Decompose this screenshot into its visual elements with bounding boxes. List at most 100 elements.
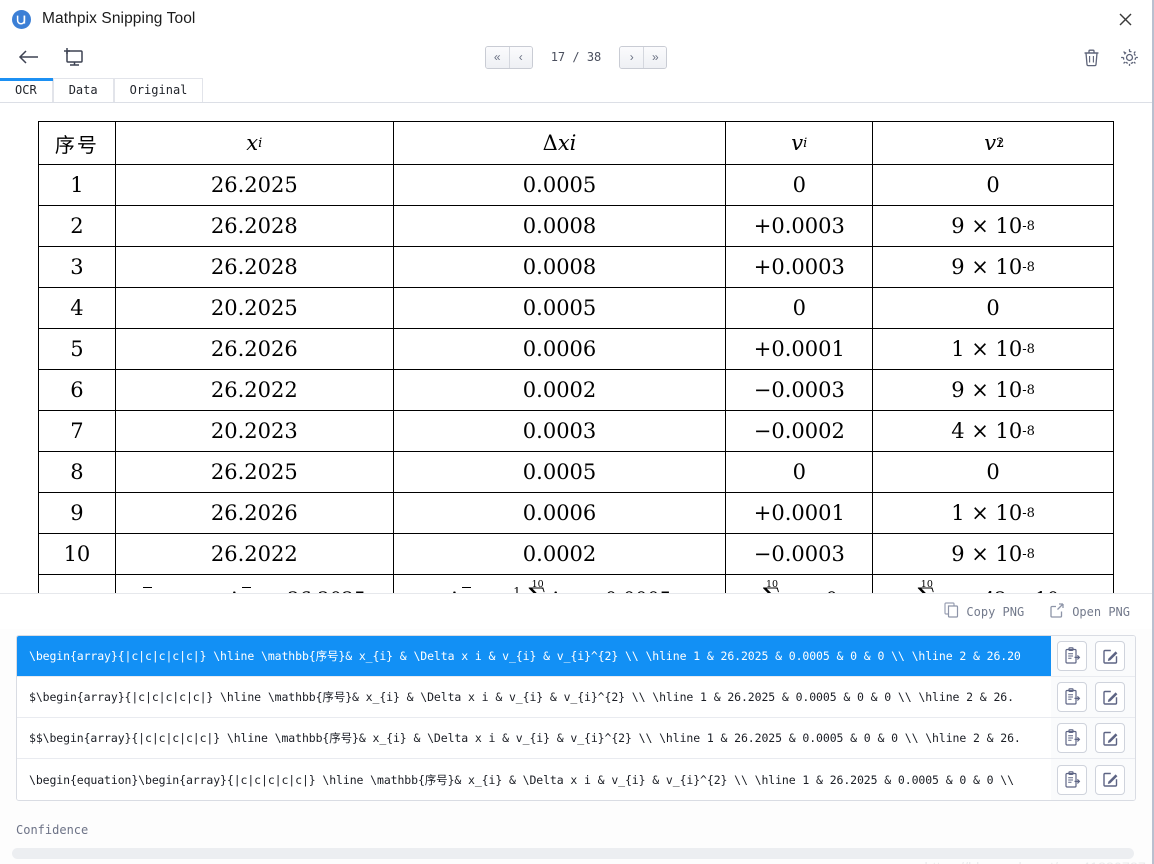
last-page-button[interactable]: » <box>643 46 667 68</box>
copy-to-clipboard-icon[interactable] <box>1057 723 1087 753</box>
cell-vi2: 9 × 10 -8 <box>951 255 1035 279</box>
app-title: Mathpix Snipping Tool <box>42 10 196 27</box>
prev-page-button[interactable]: ‹ <box>508 46 532 68</box>
latex-output-list: \begin{array}{|c|c|c|c|c|} \hline \mathb… <box>16 635 1136 801</box>
cell-index: 4 <box>70 296 84 320</box>
pager-prev-group: « ‹ <box>484 45 533 69</box>
copy-to-clipboard-icon[interactable] <box>1057 682 1087 712</box>
tab-ocr[interactable]: OCR <box>0 78 53 102</box>
tab-data[interactable]: Data <box>52 78 114 102</box>
cell-vi2: 9 × 10 -8 <box>951 214 1035 238</box>
header-vi-squared: v2i <box>872 121 1114 165</box>
cell-dxi: 0.0006 <box>522 501 597 525</box>
cell-dxi: 0.0002 <box>522 542 597 566</box>
cell-vi2: 1 × 10 -8 <box>951 501 1035 525</box>
cell-index: 3 <box>70 255 84 279</box>
latex-row-actions <box>1051 759 1135 800</box>
edit-icon[interactable] <box>1095 764 1125 795</box>
next-page-button[interactable]: › <box>620 46 644 68</box>
cell-xi: 26.2025 <box>210 460 298 484</box>
table-header-row: 序号 xi Δxi vi v2i <box>38 121 1114 165</box>
latex-row-plain-array[interactable]: \begin{array}{|c|c|c|c|c|} \hline \mathb… <box>17 636 1135 677</box>
edit-icon[interactable] <box>1095 723 1125 753</box>
copy-to-clipboard-icon[interactable] <box>1057 641 1087 671</box>
cell-vi2: 9 × 10 -8 <box>951 378 1035 402</box>
open-png-button[interactable]: Open PNG <box>1050 602 1130 621</box>
copy-png-label: Copy PNG <box>966 604 1025 619</box>
latex-text[interactable]: $$\begin{array}{|c|c|c|c|c|} \hline \mat… <box>17 718 1051 758</box>
table-row: 1 26.2025 0.0005 0 0 <box>38 164 1114 206</box>
summary-sum-vi2-formula: 10∑i=1v2i = 42 × 10-8 <box>918 578 1071 593</box>
cell-index: 9 <box>70 501 84 525</box>
cell-index: 10 <box>63 542 91 566</box>
close-icon[interactable] <box>1112 6 1138 32</box>
summary-sum-vi-formula: 10∑i=1vi = 0 <box>763 578 838 593</box>
cell-vi: 0 <box>792 460 806 484</box>
table-row: 4 20.2025 0.0005 0 0 <box>38 287 1114 329</box>
ocr-result-pane: 序号 xi Δxi vi v2i 1 26.2025 0.0005 0 0 2 … <box>0 103 1152 593</box>
trash-icon[interactable] <box>1080 46 1102 68</box>
cell-index: 7 <box>70 419 84 443</box>
ocr-rendered-table: 序号 xi Δxi vi v2i 1 26.2025 0.0005 0 0 2 … <box>38 121 1114 593</box>
table-row: 9 26.2026 0.0006 +0.0001 1 × 10 -8 <box>38 492 1114 534</box>
cell-index: 5 <box>70 337 84 361</box>
cell-vi2: 4 × 10 -8 <box>951 419 1035 443</box>
cell-dxi: 0.0005 <box>522 173 597 197</box>
latex-row-inline-dollar[interactable]: $\begin{array}{|c|c|c|c|c|} \hline \math… <box>17 677 1135 718</box>
cell-xi: 26.2026 <box>210 501 298 525</box>
cell-dxi: 0.0008 <box>522 214 597 238</box>
title-bar: Mathpix Snipping Tool <box>0 0 1152 38</box>
header-xi: xi <box>114 121 394 165</box>
gear-icon[interactable] <box>1118 46 1140 68</box>
confidence-label: Confidence <box>16 823 89 837</box>
new-snip-icon[interactable] <box>58 44 88 70</box>
summary-dxbar-formula: Δx0 = 11010∑i=1Δxi = 0.0005 <box>394 575 726 593</box>
table-row: 3 26.2028 0.0008 +0.0003 9 × 10 -8 <box>38 246 1114 288</box>
cell-dxi: 0.0002 <box>522 378 597 402</box>
edit-icon[interactable] <box>1095 682 1125 712</box>
cell-index: 8 <box>70 460 84 484</box>
header-vi: vi <box>725 121 874 165</box>
cell-xi: 20.2023 <box>210 419 298 443</box>
confidence-bar <box>12 848 1134 859</box>
latex-text[interactable]: \begin{equation}\begin{array}{|c|c|c|c|c… <box>17 759 1051 800</box>
cell-vi2: 0 <box>986 460 1000 484</box>
table-row: 10 26.2022 0.0002 −0.0003 9 × 10 -8 <box>38 533 1114 575</box>
first-page-button[interactable]: « <box>485 46 509 68</box>
cell-dxi: 0.0008 <box>522 255 597 279</box>
table-row: 5 26.2026 0.0006 +0.0001 1 × 10 -8 <box>38 328 1114 370</box>
cell-xi: 26.2022 <box>210 378 298 402</box>
latex-row-equation-env[interactable]: \begin{equation}\begin{array}{|c|c|c|c|c… <box>17 759 1135 800</box>
table-row: 6 26.2022 0.0002 −0.0003 9 × 10 -8 <box>38 369 1114 411</box>
cell-dxi: 0.0006 <box>522 337 597 361</box>
cell-vi2: 0 <box>986 173 1000 197</box>
cell-index: 1 <box>70 173 84 197</box>
cell-xi: 26.2022 <box>210 542 298 566</box>
latex-text[interactable]: $\begin{array}{|c|c|c|c|c|} \hline \math… <box>17 677 1051 717</box>
page-indicator: 17 / 38 <box>550 50 602 64</box>
cell-vi: −0.0003 <box>753 378 845 402</box>
cell-xi: 26.2026 <box>210 337 298 361</box>
cell-vi: −0.0003 <box>753 542 845 566</box>
latex-row-actions <box>1051 677 1135 717</box>
latex-row-actions <box>1051 636 1135 676</box>
copy-png-button[interactable]: Copy PNG <box>944 602 1024 621</box>
latex-row-display-dollar[interactable]: $$\begin{array}{|c|c|c|c|c|} \hline \mat… <box>17 718 1135 759</box>
cell-xi: 26.2025 <box>210 173 298 197</box>
cell-vi: 0 <box>792 296 806 320</box>
back-arrow-icon[interactable] <box>14 44 44 70</box>
confidence-area: Confidence https://blog.csdn.net/qq_4188… <box>0 823 1152 864</box>
edit-icon[interactable] <box>1095 641 1125 671</box>
copy-to-clipboard-icon[interactable] <box>1057 764 1087 795</box>
tab-original[interactable]: Original <box>113 78 204 102</box>
cell-index: 6 <box>70 378 84 402</box>
cell-xi: 26.2028 <box>210 255 298 279</box>
header-delta-xi: Δxi <box>392 121 727 165</box>
external-link-icon <box>1050 602 1065 621</box>
cell-dxi: 0.0005 <box>522 296 597 320</box>
latex-text[interactable]: \begin{array}{|c|c|c|c|c|} \hline \mathb… <box>17 636 1051 676</box>
watermark: https://blog.csdn.net/qq_41880787 <box>925 859 1146 864</box>
header-index: 序号 <box>38 121 116 165</box>
latex-row-actions <box>1051 718 1135 758</box>
cell-vi2: 1 × 10 -8 <box>951 337 1035 361</box>
